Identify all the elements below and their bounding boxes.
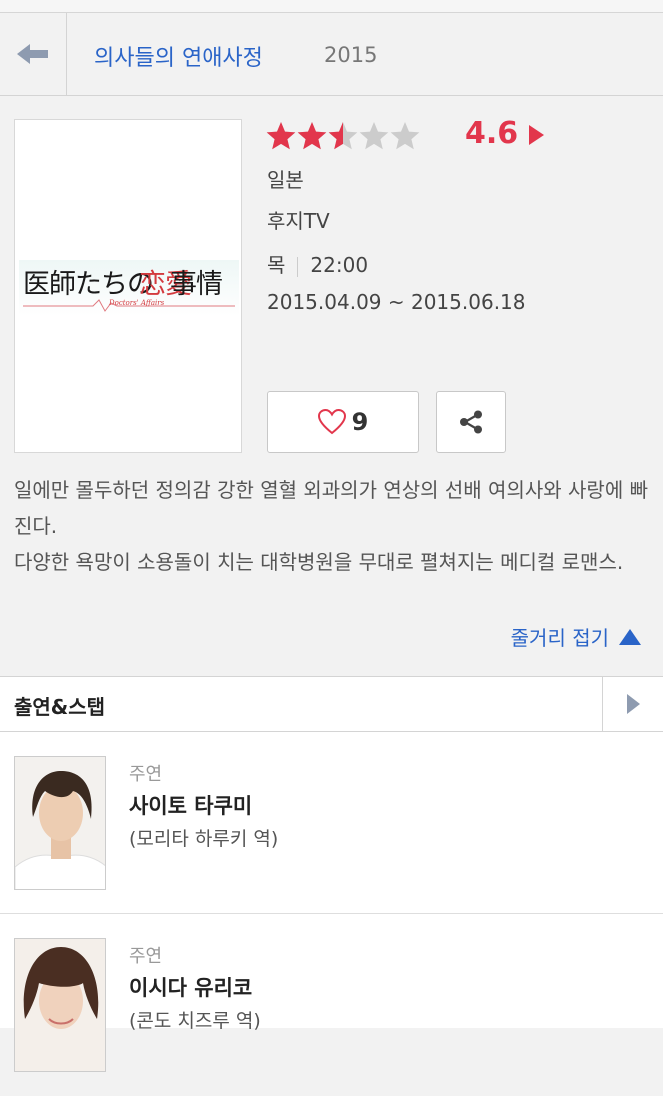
cast-photo bbox=[14, 938, 106, 1072]
heartbeat-line-icon: Doctors' Affairs bbox=[23, 299, 235, 312]
rating-arrow-icon[interactable] bbox=[527, 124, 545, 146]
share-button[interactable] bbox=[436, 391, 506, 453]
back-arrow-icon bbox=[17, 44, 48, 64]
drama-poster[interactable]: 医師たちの 恋愛 事情 Doctors' Affairs bbox=[14, 119, 242, 453]
cast-more-button[interactable] bbox=[602, 677, 663, 731]
cast-character: (콘도 치즈루 역) bbox=[129, 1010, 261, 1032]
rating-stars bbox=[266, 120, 421, 152]
star-icon bbox=[390, 121, 420, 151]
cast-role: 주연 bbox=[129, 764, 163, 785]
poster-logo: 医師たちの 恋愛 事情 Doctors' Affairs bbox=[19, 260, 239, 316]
country: 일본 bbox=[267, 168, 304, 192]
top-edge bbox=[0, 0, 663, 13]
cast-role: 주연 bbox=[129, 946, 163, 967]
drama-year: 2015 bbox=[324, 43, 378, 67]
poster-logo-text-1: 医師たちの bbox=[23, 269, 154, 300]
heart-outline-icon bbox=[317, 409, 346, 435]
network: 후지TV bbox=[267, 209, 330, 233]
poster-logo-text-3: 事情 bbox=[170, 269, 223, 300]
chevron-right-icon bbox=[627, 694, 640, 714]
synopsis: 일에만 몰두하던 정의감 강한 열혈 외과의가 연상의 선배 여의사와 사랑에 … bbox=[14, 472, 650, 580]
broadcast-hour: 22:00 bbox=[310, 253, 369, 277]
poster-logo-subtext: Doctors' Affairs bbox=[108, 299, 165, 307]
drama-title[interactable]: 의사들의 연애사정 bbox=[94, 40, 263, 72]
share-icon bbox=[460, 410, 482, 434]
divider bbox=[297, 256, 299, 277]
fold-label: 줄거리 접기 bbox=[510, 626, 609, 650]
back-button[interactable] bbox=[0, 13, 67, 95]
page-header: 의사들의 연애사정 2015 bbox=[0, 13, 663, 96]
synopsis-line-2: 다양한 욕망이 소용돌이 치는 대학병원을 무대로 펼쳐지는 메디컬 로맨스. bbox=[14, 550, 624, 574]
broadcast-period: 2015.04.09 ~ 2015.06.18 bbox=[267, 290, 526, 314]
cast-photo bbox=[14, 756, 106, 890]
like-button[interactable]: 9 bbox=[267, 391, 419, 453]
cast-name: 이시다 유리코 bbox=[129, 976, 253, 1000]
star-icon bbox=[328, 121, 358, 151]
cast-section-header: 출연&스탭 bbox=[0, 676, 663, 732]
cast-name: 사이토 타쿠미 bbox=[129, 794, 253, 818]
fold-synopsis-button[interactable]: 줄거리 접기 bbox=[511, 622, 643, 651]
broadcast-time: 목 22:00 bbox=[267, 249, 368, 278]
cast-item[interactable]: 주연 사이토 타쿠미 (모리타 하루키 역) bbox=[0, 732, 663, 914]
cast-item[interactable]: 주연 이시다 유리코 (콘도 치즈루 역) bbox=[0, 914, 663, 1096]
star-icon bbox=[266, 121, 296, 151]
cast-section-title: 출연&스탭 bbox=[14, 695, 106, 719]
star-icon bbox=[297, 121, 327, 151]
broadcast-day: 목 bbox=[267, 253, 286, 277]
cast-character: (모리타 하루키 역) bbox=[129, 828, 279, 850]
synopsis-line-1: 일에만 몰두하던 정의감 강한 열혈 외과의가 연상의 선배 여의사와 사랑에 … bbox=[14, 478, 648, 538]
star-icon bbox=[359, 121, 389, 151]
triangle-up-icon bbox=[619, 628, 641, 645]
cast-list: 주연 사이토 타쿠미 (모리타 하루키 역) 주연 이시다 유리코 (콘도 치즈… bbox=[0, 732, 663, 1072]
like-count: 9 bbox=[351, 408, 369, 436]
rating-value: 4.6 bbox=[465, 116, 519, 151]
